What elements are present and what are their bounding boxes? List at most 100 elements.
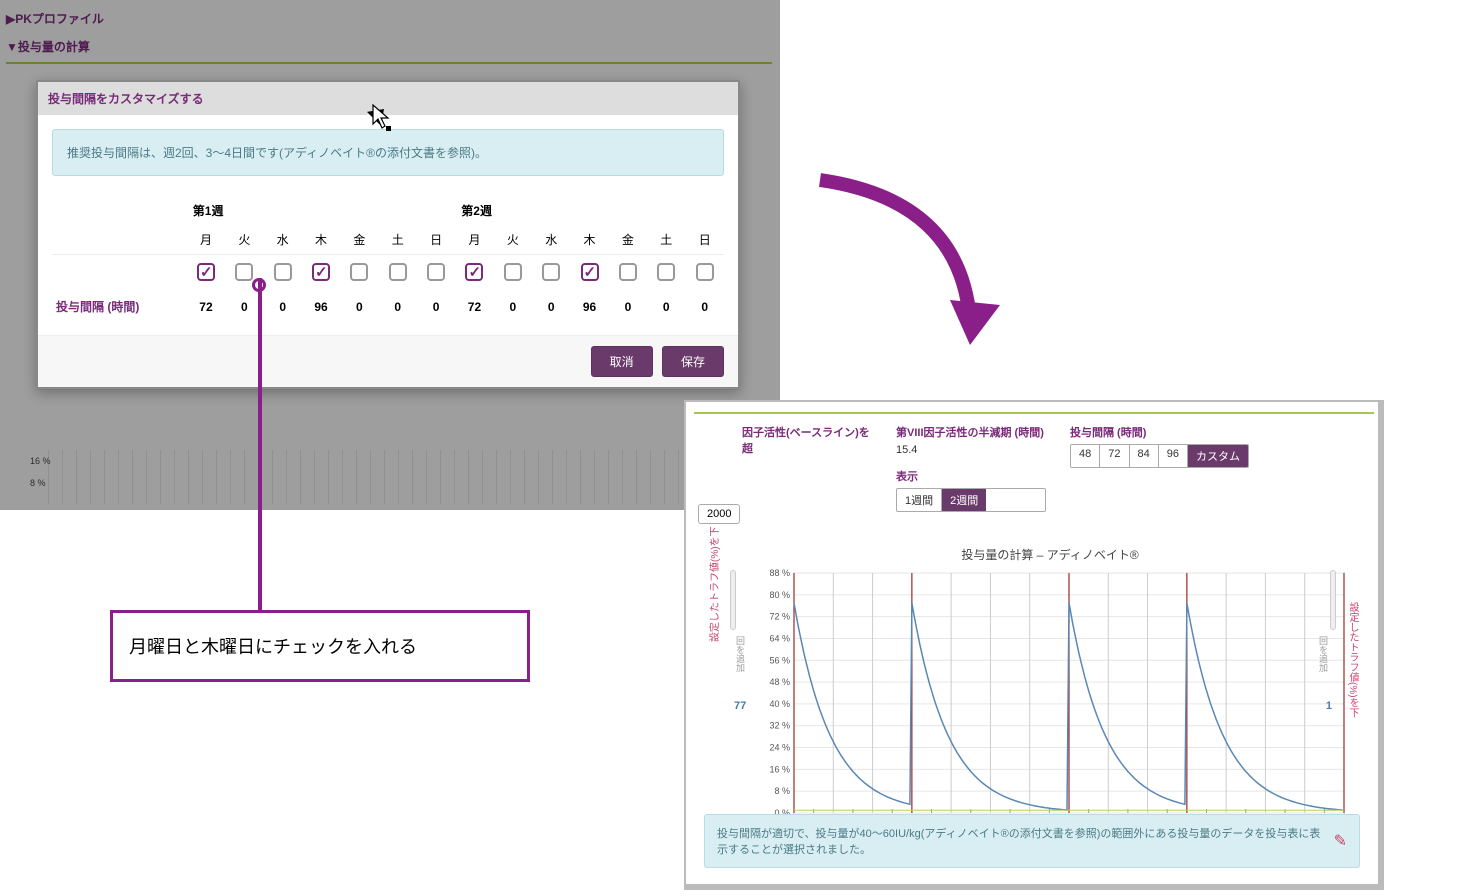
interval-opt-カスタム[interactable]: カスタム <box>1188 445 1248 467</box>
arrow-icon <box>800 160 1020 360</box>
slider-right[interactable] <box>1330 570 1336 630</box>
week2-header: 第2週 <box>455 196 724 225</box>
seg-2week[interactable]: 2週間 <box>942 489 986 511</box>
seg-1week[interactable]: 1週間 <box>897 489 942 511</box>
baseline-label: 因子活性(ベースライン)を超 <box>742 424 872 456</box>
interval-segment: 48728496カスタム <box>1070 444 1249 468</box>
svg-text:16 %: 16 % <box>769 764 790 774</box>
bottom-info-text: 投与間隔が適切で、投与量が40〜60IU/kg(アディノベイト®の添付文書を参照… <box>717 825 1324 857</box>
day-checkbox[interactable] <box>696 263 714 281</box>
day-header: 土 <box>379 225 417 255</box>
instruction-callout: 月曜日と木曜日にチェックを入れる <box>110 610 530 682</box>
svg-text:64 %: 64 % <box>769 633 790 643</box>
day-checkbox[interactable] <box>619 263 637 281</box>
day-header: 水 <box>532 225 570 255</box>
right-panel: 因子活性(ベースライン)を超 第VIII因子活性の半減期 (時間) 15.4 表… <box>684 400 1384 890</box>
interval-value: 0 <box>340 292 378 321</box>
day-checkbox[interactable] <box>427 263 445 281</box>
interval-value: 72 <box>455 292 493 321</box>
day-checkbox[interactable] <box>389 263 407 281</box>
modal-info-banner: 推奨投与間隔は、週2回、3〜4日間です(アディノベイト®の添付文書を参照)。 <box>52 129 724 176</box>
interval-row: 投与間隔 (時間) 720096000720096000 <box>52 292 724 321</box>
svg-text:24 %: 24 % <box>769 743 790 753</box>
day-checkbox[interactable] <box>504 263 522 281</box>
interval-value: 0 <box>264 292 302 321</box>
day-checkbox[interactable] <box>274 263 292 281</box>
day-header: 月 <box>187 225 225 255</box>
svg-text:48 %: 48 % <box>769 677 790 687</box>
day-header: 火 <box>494 225 532 255</box>
week-header-row: 第1週 第2週 <box>52 196 724 225</box>
day-header: 金 <box>340 225 378 255</box>
interval-opt-84[interactable]: 84 <box>1130 445 1159 467</box>
interval-value: 0 <box>417 292 455 321</box>
dose-input[interactable]: 2000 <box>698 504 740 524</box>
interval-value: 0 <box>609 292 647 321</box>
interval-value: 0 <box>647 292 685 321</box>
day-header: 金 <box>609 225 647 255</box>
dose-chart: 投与量の計算 – アディノベイト® 88 % 80 % 72 % 64 % 56 % 48… <box>746 546 1354 846</box>
day-header: 水 <box>264 225 302 255</box>
interval-value: 96 <box>302 292 340 321</box>
divider-line-2 <box>694 412 1374 414</box>
interval-value: 0 <box>494 292 532 321</box>
day-header-row: 月火水木金土日月火水木金土日 <box>52 225 724 255</box>
day-header: 火 <box>225 225 263 255</box>
day-checkbox[interactable] <box>235 263 253 281</box>
slider-right-value: 1 <box>1326 700 1332 712</box>
right-axis-label: 設定したトラフ値(%)を下 <box>1345 602 1360 752</box>
leader-line <box>258 278 262 610</box>
schedule-table: 第1週 第2週 月火水木金土日月火水木金土日 投与間隔 (時間) 7200960… <box>52 196 724 321</box>
slider-left-value: 77 <box>734 700 746 712</box>
day-checkbox[interactable] <box>657 263 675 281</box>
svg-text:80 %: 80 % <box>769 590 790 600</box>
chart-svg: 88 % 80 % 72 % 64 % 56 % 48 % 40 % 32 % 24 % 16 %… <box>746 569 1354 849</box>
day-header: 日 <box>685 225 724 255</box>
interval-row-label: 投与間隔 (時間) <box>52 292 187 321</box>
halflife-value: 15.4 <box>896 444 1046 456</box>
day-header: 木 <box>302 225 340 255</box>
svg-text:56 %: 56 % <box>769 655 790 665</box>
halflife-label: 第VIII因子活性の半減期 (時間) <box>896 424 1046 440</box>
day-checkbox[interactable] <box>542 263 560 281</box>
day-checkbox[interactable] <box>197 263 215 281</box>
day-checkbox[interactable] <box>350 263 368 281</box>
meta-row: 因子活性(ベースライン)を超 第VIII因子活性の半減期 (時間) 15.4 表… <box>742 424 1368 512</box>
left-axis-label: 設定したトラフ値(%)を下 <box>706 526 721 642</box>
day-checkbox[interactable] <box>581 263 599 281</box>
interval-opt-72[interactable]: 72 <box>1100 445 1129 467</box>
day-header: 土 <box>647 225 685 255</box>
svg-text:8 %: 8 % <box>774 786 790 796</box>
interval-value: 72 <box>187 292 225 321</box>
edit-icon[interactable]: ✎ <box>1334 831 1347 851</box>
interval-value: 0 <box>532 292 570 321</box>
interval-value: 0 <box>685 292 724 321</box>
checkbox-row <box>52 255 724 293</box>
display-segment: 1週間 2週間 <box>896 488 1046 512</box>
slider-left[interactable] <box>730 570 736 630</box>
interval-value: 96 <box>570 292 608 321</box>
day-checkbox[interactable] <box>465 263 483 281</box>
interval-opt-48[interactable]: 48 <box>1071 445 1100 467</box>
interval-opt-96[interactable]: 96 <box>1159 445 1188 467</box>
slider-hint-right: 回を追加 <box>1317 636 1330 672</box>
svg-text:88 %: 88 % <box>769 569 790 578</box>
slider-hint-left: 回を追加 <box>734 636 747 672</box>
svg-text:40 %: 40 % <box>769 699 790 709</box>
interval-value: 0 <box>379 292 417 321</box>
day-checkbox[interactable] <box>312 263 330 281</box>
save-button[interactable]: 保存 <box>662 346 724 377</box>
modal-footer: 取消 保存 <box>38 335 738 387</box>
day-header: 日 <box>417 225 455 255</box>
week1-header: 第1週 <box>187 196 456 225</box>
svg-text:32 %: 32 % <box>769 721 790 731</box>
cursor-icon <box>372 104 394 130</box>
display-label: 表示 <box>896 468 1046 484</box>
chart-title: 投与量の計算 – アディノベイト® <box>746 546 1354 563</box>
day-header: 木 <box>570 225 608 255</box>
cancel-button[interactable]: 取消 <box>591 346 653 377</box>
interval-seg-label: 投与間隔 (時間) <box>1070 424 1249 440</box>
day-header: 月 <box>455 225 493 255</box>
svg-text:72 %: 72 % <box>769 612 790 622</box>
bottom-info-banner: 投与間隔が適切で、投与量が40〜60IU/kg(アディノベイト®の添付文書を参照… <box>704 814 1360 868</box>
